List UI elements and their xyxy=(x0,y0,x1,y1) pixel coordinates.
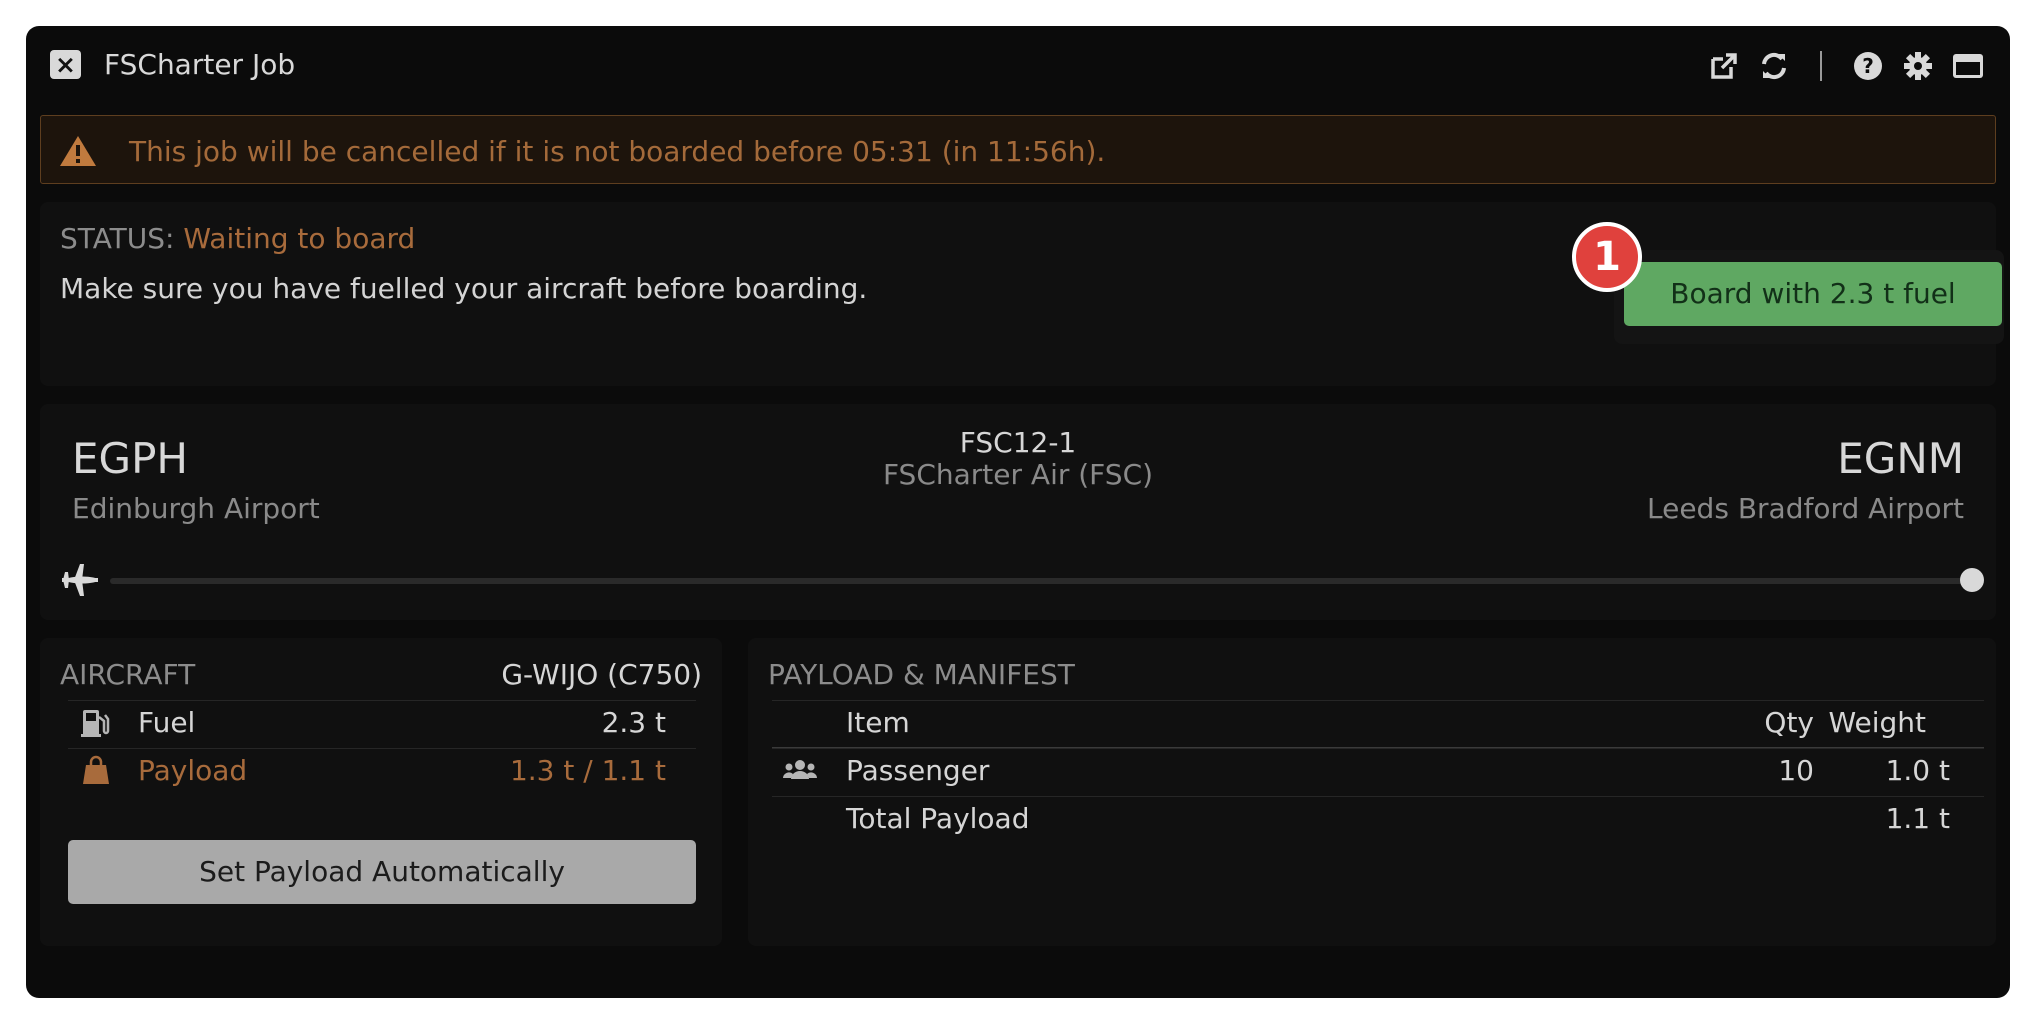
column-header-weight: Weight xyxy=(1828,706,1926,739)
departure-name: Edinburgh Airport xyxy=(72,492,320,525)
fuel-pump-icon xyxy=(80,707,112,739)
external-link-icon[interactable] xyxy=(1708,50,1740,82)
status-card: STATUS: Waiting to board Make sure you h… xyxy=(40,202,2004,386)
departure-code: EGPH xyxy=(72,434,188,483)
manifest-qty: 10 xyxy=(1778,754,1814,787)
fuel-value: 2.3 t xyxy=(601,706,666,739)
total-payload-weight: 1.1 t xyxy=(1885,802,1950,835)
aircraft-registration: G-WIJO (C750) xyxy=(501,658,702,691)
route-card: FSC12-1 FSCharter Air (FSC) EGPH Edinbur… xyxy=(40,404,1996,620)
flight-number: FSC12-1 xyxy=(959,426,1077,459)
warning-triangle-icon xyxy=(59,134,97,168)
refresh-icon[interactable] xyxy=(1758,50,1790,82)
cancellation-warning: This job will be cancelled if it is not … xyxy=(40,115,1996,184)
manifest-weight: 1.0 t xyxy=(1885,754,1950,787)
table-row: Passenger 10 1.0 t xyxy=(772,748,1984,796)
close-button[interactable]: × xyxy=(50,50,81,79)
board-button[interactable]: Board with 2.3 t fuel xyxy=(1624,262,2002,326)
route-progress-track xyxy=(110,578,1970,584)
gear-icon[interactable] xyxy=(1902,50,1934,82)
payload-row: Payload 1.3 t / 1.1 t xyxy=(68,748,696,796)
payload-manifest-card: PAYLOAD & MANIFEST Item Qty Weight Passe… xyxy=(748,638,1996,946)
help-icon[interactable]: ? xyxy=(1852,50,1884,82)
column-header-item: Item xyxy=(846,706,910,739)
destination-marker xyxy=(1960,568,1984,592)
svg-text:?: ? xyxy=(1862,54,1874,78)
toolbar: ? xyxy=(1708,44,1984,88)
title-bar: × FSCharter Job ? xyxy=(26,26,2010,104)
arrival-name: Leeds Bradford Airport xyxy=(1647,492,1964,525)
airplane-icon xyxy=(60,560,100,600)
board-button-container: Board with 2.3 t fuel xyxy=(1614,250,2004,344)
airline-name: FSCharter Air (FSC) xyxy=(882,458,1154,491)
payload-label: Payload xyxy=(138,754,248,787)
users-icon xyxy=(782,755,818,787)
panel-icon[interactable] xyxy=(1952,50,1984,82)
bag-icon xyxy=(80,755,112,787)
warning-text: This job will be cancelled if it is not … xyxy=(129,135,1106,168)
payload-value: 1.3 t / 1.1 t xyxy=(509,754,666,787)
manifest-item: Passenger xyxy=(846,754,990,787)
set-payload-button[interactable]: Set Payload Automatically xyxy=(68,840,696,904)
aircraft-label: AIRCRAFT xyxy=(60,658,196,691)
step-badge: 1 xyxy=(1572,222,1642,292)
arrival-code: EGNM xyxy=(1837,434,1964,483)
fuel-row: Fuel 2.3 t xyxy=(68,700,696,748)
manifest-header-row: Item Qty Weight xyxy=(772,700,1984,748)
status-note: Make sure you have fuelled your aircraft… xyxy=(60,272,868,305)
aircraft-card: AIRCRAFT G-WIJO (C750) Fuel 2.3 t Payloa… xyxy=(40,638,722,946)
status-value: Waiting to board xyxy=(183,222,416,255)
total-payload-label: Total Payload xyxy=(846,802,1030,835)
manifest-table: Item Qty Weight Passenger 10 1.0 t Total… xyxy=(772,700,1984,844)
status-line: STATUS: Waiting to board xyxy=(60,222,415,255)
payload-manifest-label: PAYLOAD & MANIFEST xyxy=(768,658,1075,691)
status-label: STATUS: xyxy=(60,222,175,255)
window-title: FSCharter Job xyxy=(104,48,296,81)
fuel-label: Fuel xyxy=(138,706,196,739)
job-window: × FSCharter Job ? This job will be cance… xyxy=(26,26,2010,998)
manifest-total-row: Total Payload 1.1 t xyxy=(772,796,1984,844)
toolbar-separator xyxy=(1820,51,1822,81)
column-header-qty: Qty xyxy=(1764,706,1814,739)
